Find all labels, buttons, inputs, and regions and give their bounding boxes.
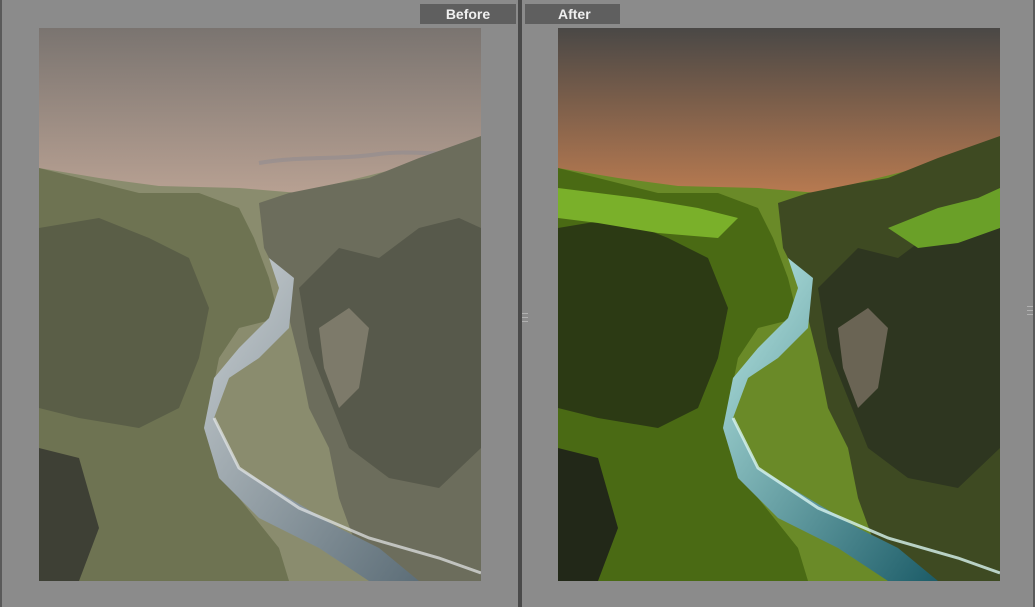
drag-handle-icon[interactable] bbox=[1027, 306, 1033, 318]
before-label: Before bbox=[420, 4, 516, 24]
after-label: After bbox=[525, 4, 620, 24]
before-photo bbox=[39, 28, 481, 581]
drag-handle-icon[interactable] bbox=[522, 313, 528, 325]
after-photo bbox=[558, 28, 1000, 581]
